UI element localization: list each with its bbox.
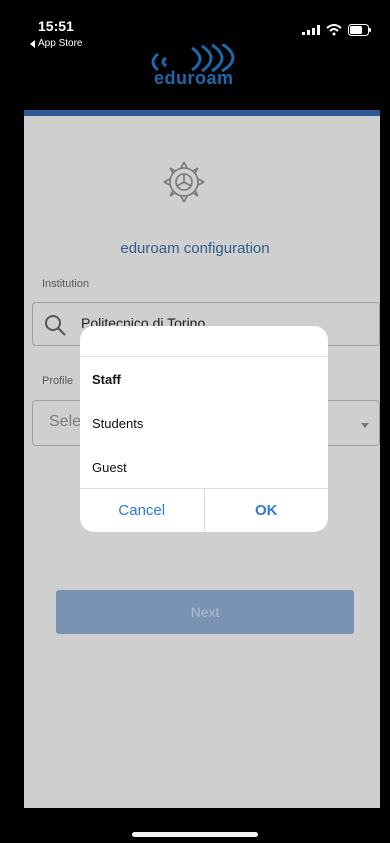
search-icon: [45, 315, 66, 336]
back-to-app-store[interactable]: App Store: [30, 38, 82, 49]
eduroam-logo: eduroam: [148, 44, 258, 92]
dialog-buttons: Cancel OK: [80, 488, 328, 532]
next-button[interactable]: Next: [56, 590, 354, 634]
cancel-button[interactable]: Cancel: [80, 489, 204, 532]
status-icons: [302, 24, 372, 36]
back-arrow-icon: [30, 39, 35, 48]
dialog-options-list: Staff Students Guest: [80, 356, 328, 489]
logo-text: eduroam: [154, 68, 234, 88]
battery-icon: [348, 24, 371, 36]
next-button-label: Next: [190, 604, 220, 620]
back-app-label: App Store: [38, 38, 83, 49]
profile-select-placeholder: Sele: [49, 413, 82, 430]
institution-label: Institution: [42, 278, 90, 290]
header-strip: [24, 110, 380, 116]
option-staff[interactable]: Staff: [80, 357, 328, 401]
ok-button[interactable]: OK: [203, 489, 329, 532]
gear-icon: [163, 161, 205, 203]
chevron-down-icon: [361, 423, 369, 428]
home-indicator[interactable]: [132, 832, 258, 837]
page-title: eduroam configuration: [120, 240, 270, 257]
profile-label: Profile: [42, 375, 74, 387]
option-students[interactable]: Students: [80, 401, 328, 445]
profile-picker-dialog: Staff Students Guest Cancel OK: [80, 326, 328, 532]
option-guest[interactable]: Guest: [80, 445, 328, 489]
status-time: 15:51: [38, 18, 74, 34]
signal-icon: [302, 25, 320, 35]
wifi-icon: [326, 24, 342, 36]
